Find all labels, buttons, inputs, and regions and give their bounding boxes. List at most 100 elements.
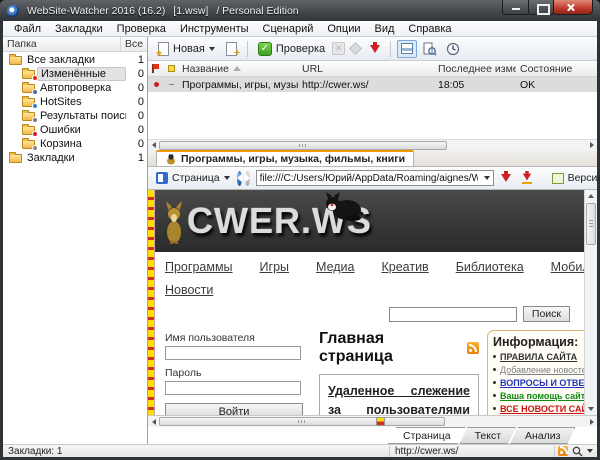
marker-icon — [168, 65, 175, 72]
folder-count: 0 — [126, 96, 144, 108]
menu-item-6[interactable]: Вид — [367, 22, 401, 36]
folder-row-4[interactable]: Результаты поиска0 — [3, 109, 147, 123]
forward-button[interactable] — [245, 171, 250, 186]
scroll-right-icon[interactable] — [586, 416, 597, 427]
table-row[interactable]: Программы, игры, музыка, фил...http://cw… — [148, 77, 597, 92]
scroll-left-icon[interactable] — [148, 416, 159, 427]
folders-panel: Папка Все Все закладки1Изменённые0Автопр… — [3, 37, 148, 444]
address-bar[interactable] — [256, 170, 494, 186]
folder-row-7[interactable]: Закладки1 — [3, 151, 147, 165]
info-link[interactable]: Добавление новостей — [500, 364, 584, 377]
folders-header-folder[interactable]: Папка — [3, 37, 121, 51]
minimize-button[interactable] — [502, 0, 529, 15]
folder-row-3[interactable]: HotSites0 — [3, 95, 147, 109]
browser-tab[interactable]: Программы, игры, музыка, фильмы, книги — [156, 150, 414, 166]
scrollbar-thumb[interactable] — [159, 141, 447, 150]
folder-label: Корзина — [37, 138, 126, 150]
title-bar[interactable]: WebSite-Watcher 2016 (16.2) [1.wsw] / Pe… — [0, 0, 600, 21]
info-link[interactable]: ПРАВИЛА САЙТА — [500, 351, 577, 364]
flag-column-header[interactable] — [148, 64, 164, 73]
layout-toggle-button[interactable] — [397, 40, 417, 58]
info-link[interactable]: ВСЕ НОВОСТИ САЙТА — [500, 403, 584, 415]
cell-url: http://cwer.ws/ — [298, 79, 434, 91]
menu-item-0[interactable]: Файл — [7, 22, 48, 36]
folder-row-6[interactable]: Корзина0 — [3, 137, 147, 151]
check-button[interactable]: ✓ Проверка — [254, 40, 329, 58]
download-page-button[interactable] — [497, 172, 515, 184]
scrollbar-thumb[interactable] — [159, 417, 445, 426]
nav-link-2[interactable]: Медиа — [316, 260, 354, 274]
window-controls — [503, 0, 593, 15]
scroll-right-icon[interactable] — [586, 140, 597, 151]
scroll-down-icon[interactable] — [585, 403, 597, 415]
status-zoom-icon[interactable] — [572, 446, 583, 457]
download-arrow-icon — [501, 174, 511, 182]
column-last-change[interactable]: Последнее изменение — [434, 63, 516, 75]
nav-link-4[interactable]: Библиотека — [456, 260, 524, 274]
menu-item-4[interactable]: Сценарий — [256, 22, 321, 36]
scroll-up-icon[interactable] — [585, 190, 597, 202]
folder-row-1[interactable]: Изменённые0 — [3, 67, 147, 81]
scroll-left-icon[interactable] — [148, 140, 159, 151]
tab-текст[interactable]: Текст — [460, 427, 516, 444]
preview-toggle-button[interactable] — [420, 40, 440, 58]
view-mode-tabs: СтраницаТекстАнализ — [148, 427, 597, 444]
menu-item-7[interactable]: Справка — [401, 22, 458, 36]
status-rss-icon[interactable] — [558, 446, 568, 456]
new-item-button[interactable]: + — [222, 40, 241, 58]
password-field[interactable] — [165, 381, 301, 395]
download-button[interactable] — [366, 43, 384, 55]
back-button[interactable] — [237, 171, 242, 186]
nav-link-1[interactable]: Игры — [260, 260, 289, 274]
tab-анализ[interactable]: Анализ — [510, 427, 575, 444]
download-save-button[interactable] — [518, 171, 536, 186]
version-button[interactable]: Версия — [548, 170, 600, 186]
scrollbar-thumb[interactable] — [586, 203, 596, 245]
search-button[interactable]: Поиск — [523, 306, 570, 322]
folder-closed-icon — [7, 152, 24, 164]
change-marker-strip — [148, 190, 155, 415]
nav-link-row2-0[interactable]: Новости — [165, 283, 213, 297]
rss-icon[interactable] — [467, 342, 479, 354]
menu-item-1[interactable]: Закладки — [48, 22, 110, 36]
page-vertical-scrollbar[interactable] — [584, 190, 597, 415]
info-link[interactable]: ВОПРОСЫ И ОТВЕТЫ — [500, 377, 584, 390]
column-url[interactable]: URL — [298, 63, 434, 75]
page-horizontal-scrollbar[interactable] — [148, 415, 597, 427]
search-input[interactable] — [389, 307, 517, 322]
chevron-down-icon — [224, 176, 230, 180]
new-bookmark-button[interactable]: ★ Новая — [154, 40, 219, 58]
history-toggle-button[interactable] — [443, 40, 463, 58]
login-button[interactable]: Войти — [165, 403, 303, 415]
nav-link-0[interactable]: Программы — [165, 260, 233, 274]
folders-header-all[interactable]: Все — [121, 37, 147, 51]
toolbar-separator — [247, 41, 248, 57]
nav-link-3[interactable]: Креатив — [381, 260, 428, 274]
page-menu-button[interactable]: Страница — [152, 170, 234, 186]
folder-count: 0 — [126, 110, 144, 122]
column-state[interactable]: Состояние — [516, 63, 597, 75]
article-title-link[interactable]: Удаленное слежение за пользователями ком… — [328, 382, 470, 415]
bullet-icon — [493, 355, 496, 358]
cat-mascot-icon — [323, 192, 363, 222]
folder-row-5[interactable]: Ошибки0 — [3, 123, 147, 137]
info-list-item: Ваша помощь сайту — [493, 390, 584, 403]
maximize-button[interactable] — [528, 0, 554, 15]
tab-страница[interactable]: Страница — [388, 427, 466, 444]
folder-row-0[interactable]: Все закладки1 — [3, 53, 147, 67]
status-zoom-dropdown-icon[interactable] — [587, 449, 593, 453]
close-button[interactable] — [553, 0, 593, 15]
menu-item-5[interactable]: Опции — [320, 22, 367, 36]
info-link[interactable]: Ваша помощь сайту — [500, 390, 584, 403]
menu-item-3[interactable]: Инструменты — [173, 22, 256, 36]
icon-column-header[interactable] — [164, 65, 178, 72]
address-input[interactable] — [257, 173, 481, 184]
column-name[interactable]: Название — [178, 63, 298, 75]
highlight-colors-icon[interactable] — [376, 417, 385, 426]
nav-link-5[interactable]: Мобильные — [551, 260, 584, 274]
folder-row-2[interactable]: Автопроверка0 — [3, 81, 147, 95]
address-dropdown-icon[interactable] — [484, 176, 490, 180]
username-field[interactable] — [165, 346, 301, 360]
menu-item-2[interactable]: Проверка — [110, 22, 173, 36]
list-horizontal-scrollbar[interactable] — [148, 139, 597, 150]
